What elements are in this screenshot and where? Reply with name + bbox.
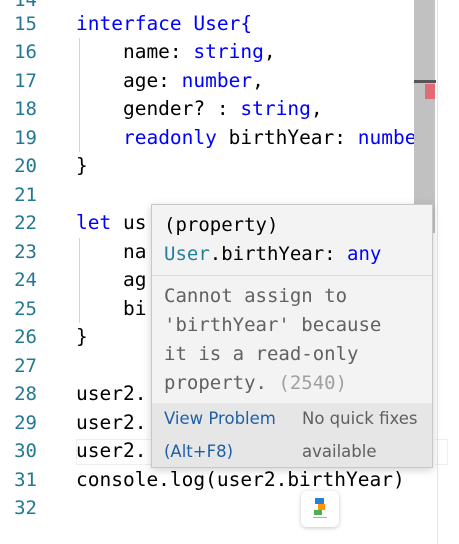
view-problem-link[interactable]: View Problem [164,403,276,435]
line-number: 20 [14,155,37,177]
line-number-gutter: 14 15 16 17 18 19 20 21 22 23 24 25 26 2… [0,0,48,544]
hover-tooltip: (property) User.birthYear: any Cannot as… [151,204,433,468]
code-line-20[interactable]: } [76,152,88,180]
type-annotation: number; [357,126,414,149]
line-number: 27 [14,355,37,377]
type-annotation: number [181,69,253,92]
code-line-29[interactable]: user2. [76,409,146,437]
keyword: interface [76,12,182,35]
code-line-24[interactable]: ag [76,266,147,294]
code-line-16[interactable]: name: string, [76,38,276,66]
line-number: 28 [14,383,37,405]
code-text: gender? : [76,97,241,120]
code-line-30[interactable]: user2. [76,437,146,465]
overview-ruler-border [437,0,438,544]
line-number: 32 [14,497,37,519]
hover-member: .birthYear: [209,243,348,265]
line-number: 15 [14,13,37,35]
code-line-25[interactable]: bi [76,295,147,323]
hover-owner: User [164,243,210,265]
code-line-15[interactable]: interface User{ [76,10,252,38]
code-line-26[interactable]: } [76,323,88,351]
line-number: 16 [14,41,37,63]
view-problem-shortcut[interactable]: (Alt+F8) [164,436,233,468]
error-code: (2540) [278,372,348,394]
code-line-28[interactable]: user2. [76,380,146,408]
code-line-31[interactable]: console.log(user2.birthYear) [76,466,405,494]
code-text: us [111,211,147,234]
code-line-18[interactable]: gender? : string, [76,95,323,123]
hover-type: any [347,243,382,265]
line-number: 25 [14,298,37,320]
hover-error-message: Cannot assign to 'birthYear' because it … [164,282,426,398]
identifier: User{ [181,12,253,35]
code-text: birthYear: [216,126,358,149]
code-line-17[interactable]: age: number, [76,67,264,95]
code-text: age: [76,69,182,92]
code-text: name: [76,40,194,63]
line-number: 21 [14,184,37,206]
app-logo-icon [313,498,327,518]
code-text: , [310,97,323,120]
hover-divider [152,275,432,276]
scrollbar-thumb[interactable] [414,0,435,233]
type-annotation: string [193,40,264,63]
line-number: 17 [14,70,37,92]
hover-status-bar: View Problem (Alt+F8) No quick fixes ava… [152,403,432,467]
code-text: , [263,40,276,63]
code-action-icon[interactable] [301,491,339,527]
line-number: 31 [14,469,37,491]
line-number: 29 [14,412,37,434]
type-annotation: string [240,97,311,120]
line-number: 30 [14,440,37,462]
line-number: 18 [14,98,37,120]
overview-ruler-cursor-marker [414,80,436,83]
line-number: 26 [14,326,37,348]
no-quick-fixes-label: No quick fixes [302,409,418,428]
code-line-22[interactable]: let us [76,209,146,237]
overview-ruler-error-marker[interactable] [425,84,435,99]
hover-signature: (property) User.birthYear: any [164,211,381,269]
line-number: 19 [14,127,37,149]
code-text: , [252,69,264,92]
keyword: readonly [122,126,217,149]
line-number: 23 [14,241,37,263]
keyword: let [76,211,112,234]
code-line-23[interactable]: na [76,238,147,266]
code-line-19[interactable]: readonly birthYear: number; [76,124,414,152]
line-number: 22 [14,212,37,234]
no-quick-fixes-label: available [302,442,377,461]
line-number: 24 [14,269,37,291]
hover-kind: (property) [164,214,279,236]
